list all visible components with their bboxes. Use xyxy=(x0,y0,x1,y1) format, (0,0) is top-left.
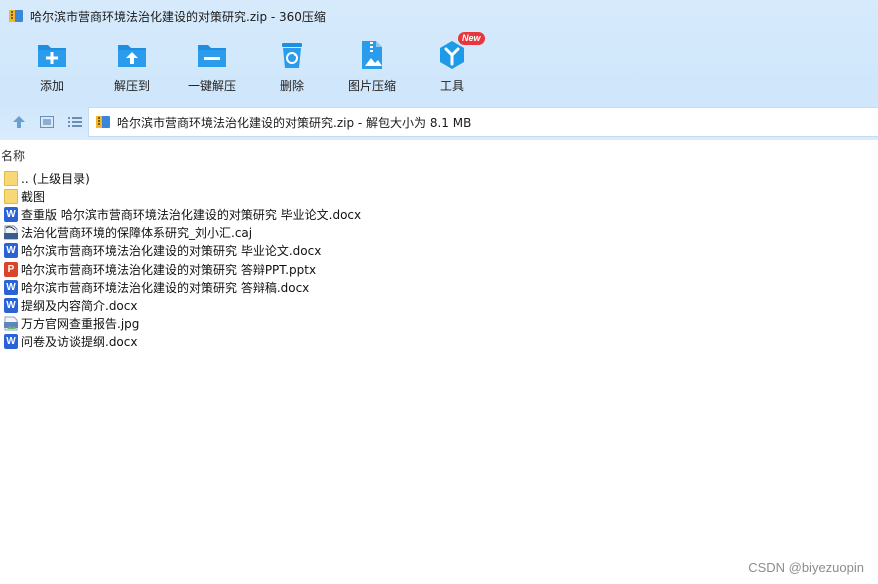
tools-label: 工具 xyxy=(439,79,464,93)
image-compress-button[interactable]: 图片压缩 xyxy=(332,36,412,98)
file-name: 截图 xyxy=(21,189,46,204)
file-name: 哈尔滨市营商环境法治化建设的对策研究 毕业论文.docx xyxy=(21,244,322,259)
delete-label: 删除 xyxy=(279,79,304,93)
caj-file-icon xyxy=(4,225,18,240)
delete-button[interactable]: 删除 xyxy=(252,36,332,98)
list-item[interactable]: W 哈尔滨市营商环境法治化建设的对策研究 毕业论文.docx xyxy=(0,242,878,260)
one-click-extract-button[interactable]: 一键解压 xyxy=(172,36,252,98)
jpg-image-icon xyxy=(4,316,18,331)
new-badge: New xyxy=(458,32,485,45)
folder-icon xyxy=(4,170,18,186)
file-name: 万方官网查重报告.jpg xyxy=(21,317,140,332)
list-item[interactable]: 万方官网查重报告.jpg xyxy=(0,315,878,333)
file-name: 提纲及内容简介.docx xyxy=(21,298,138,313)
extract-to-button[interactable]: 解压到 xyxy=(92,36,172,98)
file-name: 哈尔滨市营商环境法治化建设的对策研究 答辩稿.docx xyxy=(21,280,310,295)
word-doc-icon: W xyxy=(4,334,18,350)
zip-archive-icon xyxy=(8,8,24,24)
add-folder-icon xyxy=(36,39,68,71)
list-item[interactable]: W 问卷及访谈提纲.docx xyxy=(0,333,878,351)
add-label: 添加 xyxy=(39,79,64,93)
main-toolbar: 添加 解压到 一键解压 删除 图片压缩 New 工具 xyxy=(12,32,492,98)
list-item[interactable]: W 查重版 哈尔滨市营商环境法治化建设的对策研究 毕业论文.docx xyxy=(0,205,878,223)
word-doc-icon: W xyxy=(4,279,18,295)
powerpoint-icon: P xyxy=(4,261,18,277)
list-item[interactable]: W 哈尔滨市营商环境法治化建设的对策研究 答辩稿.docx xyxy=(0,278,878,296)
image-compress-icon xyxy=(356,39,388,71)
list-item[interactable]: 法治化营商环境的保障体系研究_刘小汇.caj xyxy=(0,224,878,242)
list-item[interactable]: .. (上级目录) xyxy=(0,169,878,187)
file-name: 哈尔滨市营商环境法治化建设的对策研究 答辩PPT.pptx xyxy=(21,262,317,277)
arrow-up-icon xyxy=(13,116,25,128)
window-title: 哈尔滨市营商环境法治化建设的对策研究.zip - 360压缩 xyxy=(30,9,326,24)
tools-button[interactable]: New 工具 xyxy=(412,32,492,98)
recycle-bin-icon xyxy=(276,39,308,71)
list-item[interactable]: W 提纲及内容简介.docx xyxy=(0,296,878,314)
extract-to-icon xyxy=(116,39,148,71)
address-bar[interactable]: 哈尔滨市营商环境法治化建设的对策研究.zip - 解包大小为 8.1 MB xyxy=(88,107,878,137)
word-doc-icon: W xyxy=(4,243,18,259)
address-row: 哈尔滨市营商环境法治化建设的对策研究.zip - 解包大小为 8.1 MB xyxy=(0,106,878,138)
file-name: 查重版 哈尔滨市营商环境法治化建设的对策研究 毕业论文.docx xyxy=(21,207,362,222)
one-click-extract-icon xyxy=(196,39,228,71)
watermark: CSDN @biyezuopin xyxy=(748,560,864,575)
extract-to-label: 解压到 xyxy=(113,79,150,93)
word-doc-icon: W xyxy=(4,206,18,222)
file-name: 法治化营商环境的保障体系研究_刘小汇.caj xyxy=(21,226,253,241)
list-view-icon xyxy=(68,117,82,127)
image-compress-label: 图片压缩 xyxy=(347,79,396,93)
thumbnail-view-button[interactable] xyxy=(34,109,60,135)
thumbnail-view-icon xyxy=(40,116,54,128)
folder-icon xyxy=(4,188,18,204)
word-doc-icon: W xyxy=(4,297,18,313)
list-view-button[interactable] xyxy=(62,109,88,135)
address-text: 哈尔滨市营商环境法治化建设的对策研究.zip - 解包大小为 8.1 MB xyxy=(117,115,472,130)
app-window: 哈尔滨市营商环境法治化建设的对策研究.zip - 360压缩 添加 解压到 一键… xyxy=(0,0,878,584)
title-bar: 哈尔滨市营商环境法治化建设的对策研究.zip - 360压缩 xyxy=(0,0,878,32)
list-item[interactable]: 截图 xyxy=(0,187,878,205)
file-name: .. (上级目录) xyxy=(21,171,90,186)
file-list: .. (上级目录) 截图 W 查重版 哈尔滨市营商环境法治化建设的对策研究 毕业… xyxy=(0,169,878,351)
add-button[interactable]: 添加 xyxy=(12,36,92,98)
column-header-name[interactable]: 名称 xyxy=(0,147,878,164)
one-click-extract-label: 一键解压 xyxy=(187,79,236,93)
up-level-button[interactable] xyxy=(6,109,32,135)
zip-archive-icon xyxy=(95,114,111,130)
file-name: 问卷及访谈提纲.docx xyxy=(21,335,138,350)
list-item[interactable]: P 哈尔滨市营商环境法治化建设的对策研究 答辩PPT.pptx xyxy=(0,260,878,278)
